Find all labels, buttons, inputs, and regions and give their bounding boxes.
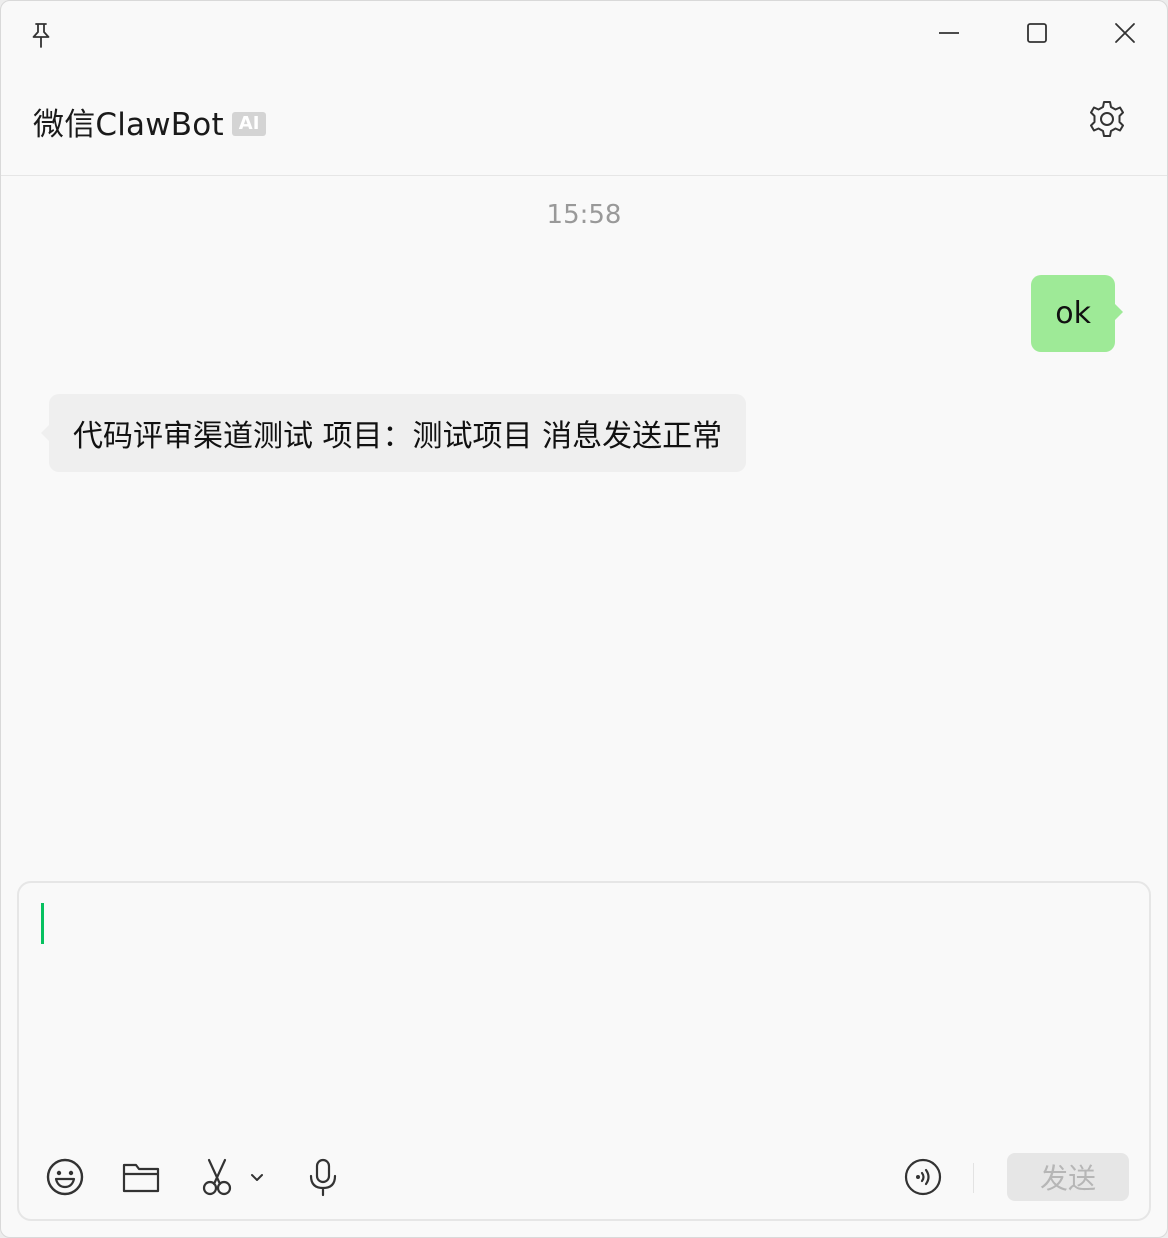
emoji-icon — [46, 1158, 84, 1196]
toolbar-divider — [973, 1163, 974, 1193]
ai-badge: AI — [231, 111, 267, 136]
settings-button[interactable] — [1083, 95, 1131, 143]
screenshot-options-button[interactable] — [245, 1153, 269, 1201]
minimize-icon — [939, 32, 959, 34]
voice-input-button[interactable] — [299, 1153, 347, 1201]
voice-call-button[interactable] — [899, 1153, 947, 1201]
incoming-message-bubble[interactable]: 代码评审渠道测试 项目：测试项目 消息发送正常 — [40, 394, 747, 472]
send-button[interactable]: 发送 — [1007, 1153, 1129, 1201]
scissors-icon — [202, 1158, 232, 1196]
folder-icon — [122, 1163, 160, 1193]
emoji-button[interactable] — [41, 1153, 89, 1201]
title-bar — [1, 1, 1167, 65]
outgoing-message-bubble[interactable]: ok — [1031, 275, 1123, 352]
gear-icon — [1090, 101, 1124, 137]
chat-header: 微信ClawBot AI — [1, 65, 1167, 176]
chat-title: 微信ClawBot — [33, 107, 224, 143]
message-timestamp: 15:58 — [546, 200, 622, 230]
chat-window: 微信ClawBot AI 15:58 ok 代码评审渠道测试 项目：测试项目 消… — [0, 0, 1168, 1238]
message-composer: 发送 — [17, 881, 1151, 1221]
voice-call-icon — [904, 1158, 942, 1196]
send-file-button[interactable] — [117, 1153, 165, 1201]
message-list[interactable]: 15:58 ok 代码评审渠道测试 项目：测试项目 消息发送正常 — [1, 176, 1167, 876]
maximize-icon — [1027, 23, 1047, 43]
text-caret — [41, 903, 44, 944]
pin-button[interactable] — [21, 15, 61, 55]
close-icon — [1115, 23, 1135, 43]
close-button[interactable] — [1101, 13, 1149, 53]
minimize-button[interactable] — [925, 13, 973, 53]
microphone-icon — [309, 1158, 337, 1197]
screenshot-button[interactable] — [193, 1153, 241, 1201]
maximize-button[interactable] — [1013, 13, 1061, 53]
message-input[interactable] — [39, 899, 1133, 1133]
pin-icon — [32, 23, 50, 48]
chevron-down-icon — [251, 1174, 263, 1181]
chat-title-group: 微信ClawBot AI — [33, 99, 267, 144]
